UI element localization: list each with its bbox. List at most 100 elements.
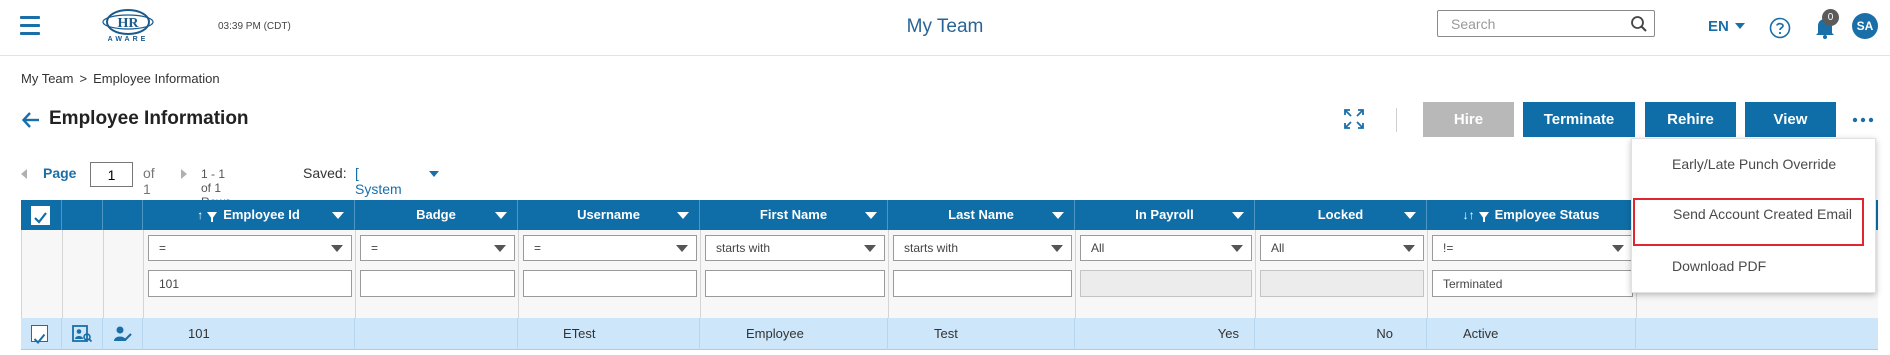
previous-page-icon[interactable] [21, 169, 27, 179]
view-button[interactable]: View [1745, 102, 1836, 137]
search-box [1437, 10, 1655, 37]
filter-operator-select[interactable]: starts with [893, 235, 1072, 261]
filter-value-input[interactable] [148, 270, 352, 297]
chevron-down-icon [1403, 245, 1415, 252]
edit-user-icon[interactable] [113, 325, 133, 343]
filter-operator-value: All [1091, 241, 1105, 255]
search-input[interactable] [1438, 11, 1624, 36]
filter-value-input[interactable] [523, 270, 697, 297]
filter-badge: = [356, 230, 519, 318]
more-options-icon[interactable] [1852, 116, 1874, 124]
breadcrumb-item-employee-information: Employee Information [93, 71, 220, 86]
filter-operator-select[interactable]: starts with [705, 235, 885, 261]
chevron-down-icon[interactable] [429, 171, 439, 177]
column-menu-icon[interactable] [865, 212, 877, 219]
employee-profile-icon[interactable] [72, 325, 92, 343]
rehire-button[interactable]: Rehire [1645, 102, 1736, 137]
column-header-employee-status[interactable]: ↓↑ Employee Status [1427, 200, 1636, 230]
column-header-username[interactable]: Username [518, 200, 700, 230]
column-menu-icon[interactable] [677, 212, 689, 219]
column-header-first-name[interactable]: First Name [700, 200, 888, 230]
column-header-last-name[interactable]: Last Name [888, 200, 1075, 230]
filter-operator-select[interactable]: All [1260, 235, 1424, 261]
row-action-cell [103, 318, 143, 350]
sort-icon[interactable]: ↓↑ [1463, 208, 1475, 222]
filter-last-name: starts with [889, 230, 1076, 318]
filter-operator-select[interactable]: All [1080, 235, 1252, 261]
hamburger-menu-icon[interactable] [20, 16, 40, 36]
filter-value-input[interactable] [1432, 270, 1633, 297]
page-label: Page [43, 165, 77, 181]
breadcrumb-item-my-team[interactable]: My Team [21, 71, 74, 86]
column-menu-icon[interactable] [495, 212, 507, 219]
column-label: In Payroll [1135, 207, 1194, 222]
expand-fullscreen-icon[interactable] [1343, 108, 1365, 130]
filter-in-payroll: All [1076, 230, 1256, 318]
column-label: First Name [759, 207, 828, 222]
table-row[interactable]: 101 ETest Employee Test Yes No Active [21, 318, 1878, 350]
filter-operator-select[interactable]: = [148, 235, 352, 261]
next-page-icon[interactable] [181, 169, 187, 179]
page-title: Employee Information [49, 108, 249, 129]
saved-label: Saved: [303, 165, 347, 181]
filter-operator-select[interactable]: = [523, 235, 697, 261]
filter-operator-select[interactable]: = [360, 235, 515, 261]
column-label: Employee Status [1494, 207, 1600, 222]
cell-last-name: Test [888, 318, 1075, 350]
menu-item-download-pdf[interactable]: Download PDF [1632, 258, 1877, 278]
filter-operator-value: = [371, 241, 379, 255]
filter-value-input[interactable] [705, 270, 885, 297]
help-icon[interactable] [1769, 17, 1791, 39]
action-column-2 [103, 200, 143, 230]
language-selector[interactable]: EN [1708, 18, 1745, 35]
chevron-down-icon [1051, 245, 1063, 252]
search-icon[interactable] [1630, 15, 1648, 33]
select-all-column [21, 200, 62, 230]
filter-value-input[interactable] [360, 270, 515, 297]
page-number-input[interactable] [90, 162, 133, 187]
menu-item-send-account-created-email[interactable]: Send Account Created Email [1633, 198, 1864, 246]
language-label: EN [1708, 18, 1729, 35]
column-label: Badge [416, 207, 456, 222]
column-label: Last Name [948, 207, 1014, 222]
filter-spacer [104, 230, 144, 318]
filter-operator-select[interactable]: != [1432, 235, 1633, 261]
filter-spacer [63, 230, 104, 318]
column-header-employee-id[interactable]: ↑ Employee Id [143, 200, 355, 230]
row-select-cell [21, 318, 62, 350]
column-header-badge[interactable]: Badge [355, 200, 518, 230]
cell-locked: No [1255, 318, 1427, 350]
hire-button[interactable]: Hire [1423, 102, 1514, 137]
column-menu-icon[interactable] [1052, 212, 1064, 219]
filter-username: = [519, 230, 701, 318]
cell-username: ETest [518, 318, 700, 350]
column-header-in-payroll[interactable]: In Payroll [1075, 200, 1255, 230]
grid-header: ↑ Employee Id Badge Username First Name L… [21, 200, 1878, 230]
filter-icon[interactable] [1478, 212, 1489, 222]
chevron-down-icon [864, 245, 876, 252]
logo-mark-icon: HR [102, 9, 154, 35]
toolbar-divider [1396, 108, 1397, 132]
filter-value-input[interactable] [893, 270, 1072, 297]
avatar[interactable]: SA [1852, 13, 1878, 39]
row-checkbox[interactable] [31, 325, 48, 344]
select-all-checkbox[interactable] [31, 206, 50, 225]
back-arrow-icon[interactable] [21, 110, 41, 130]
svg-text:HR: HR [118, 16, 140, 31]
filter-employee-status: != [1428, 230, 1637, 318]
sort-ascending-icon[interactable]: ↑ [197, 208, 203, 222]
cell-extra [1636, 318, 1878, 350]
company-logo[interactable]: HR AWARE [98, 8, 158, 46]
chevron-down-icon [676, 245, 688, 252]
filter-value-input [1260, 270, 1424, 297]
filter-icon[interactable] [207, 212, 218, 222]
filter-operator-value: starts with [716, 241, 771, 255]
column-menu-icon[interactable] [332, 212, 344, 219]
action-column-1 [62, 200, 103, 230]
terminate-button[interactable]: Terminate [1523, 102, 1635, 137]
menu-item-early-late-punch-override[interactable]: Early/Late Punch Override [1632, 156, 1877, 196]
column-label: Locked [1317, 207, 1364, 222]
column-menu-icon[interactable] [1232, 212, 1244, 219]
column-menu-icon[interactable] [1404, 212, 1416, 219]
column-header-locked[interactable]: Locked [1255, 200, 1427, 230]
